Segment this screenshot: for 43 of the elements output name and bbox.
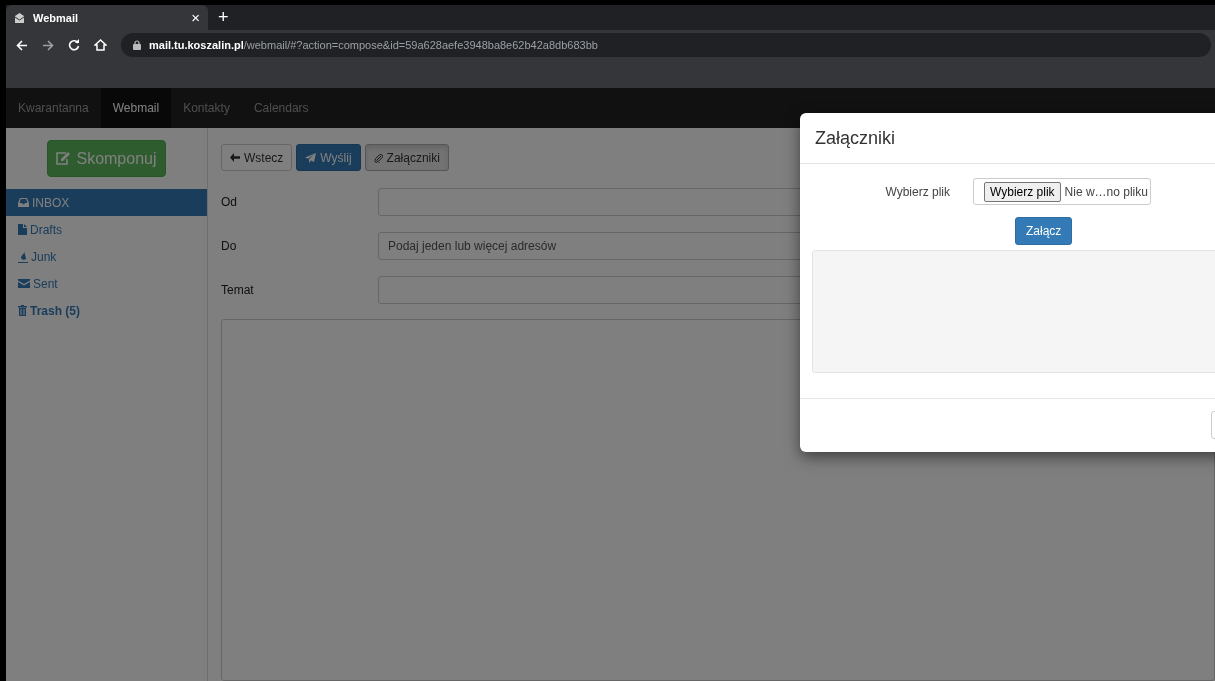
modal-title: Załączniki (815, 127, 896, 149)
reload-icon[interactable] (68, 39, 80, 51)
new-tab-button[interactable]: + (218, 7, 229, 28)
folder-item[interactable]: INBOX (6, 189, 207, 216)
nav-tab[interactable]: Webmail (100, 88, 172, 128)
field-label: Temat (221, 283, 255, 297)
compose-button[interactable]: Skomponuj (47, 140, 166, 177)
field-label: Do (221, 239, 238, 253)
inbox-icon (18, 198, 29, 207)
nav-tab[interactable]: Calendars (241, 88, 321, 128)
paper-plane-icon (305, 152, 317, 163)
home-icon[interactable] (94, 39, 107, 51)
back-button[interactable]: Wstecz (221, 144, 293, 171)
file-status: Nie w…no pliku (1064, 184, 1148, 199)
address-bar[interactable]: mail.tu.koszalin.pl/webmail/#?action=compose&id=59a628aefe3948ba8e62b42a8db683bb (121, 33, 1211, 57)
lock-icon (133, 40, 141, 50)
file-icon (18, 224, 27, 235)
send-button[interactable]: Wyślij (296, 144, 361, 171)
forward-icon[interactable] (42, 39, 54, 51)
edit-icon (56, 152, 71, 165)
back-icon[interactable] (16, 39, 28, 51)
browser-tab[interactable]: Webmail × (6, 5, 208, 30)
envelope-icon (14, 12, 25, 23)
file-input[interactable]: Wybierz plik Nie w…no pliku (973, 178, 1151, 205)
close-tab-button[interactable]: × (191, 9, 200, 26)
folder-item[interactable]: Junk (6, 243, 207, 270)
arrow-left-icon (230, 153, 240, 162)
tab-title: Webmail (33, 11, 80, 24)
url-text: mail.tu.koszalin.pl/webmail/#?action=compose&id=59a628aefe3948ba8e62b42a8db683bb (149, 39, 598, 51)
attach-button[interactable]: Załączniki (364, 144, 449, 171)
folder-item[interactable]: Sent (6, 270, 207, 297)
field-label: Wybierz plik (884, 184, 950, 199)
field-label: Od (221, 195, 238, 209)
nav-tab[interactable]: Kwarantanna (6, 88, 101, 128)
folder-item[interactable]: Trash (5) (6, 297, 207, 324)
choose-file-button[interactable]: Wybierz plik (984, 181, 1061, 202)
attach-button[interactable]: Załącz (1015, 217, 1073, 245)
nav-tab[interactable]: Kontakty (171, 88, 242, 128)
trash-icon (18, 305, 27, 316)
folder-item[interactable]: Drafts (6, 216, 207, 243)
envelope-icon (18, 279, 30, 288)
flame-icon (18, 250, 28, 263)
paperclip-icon (373, 152, 383, 163)
